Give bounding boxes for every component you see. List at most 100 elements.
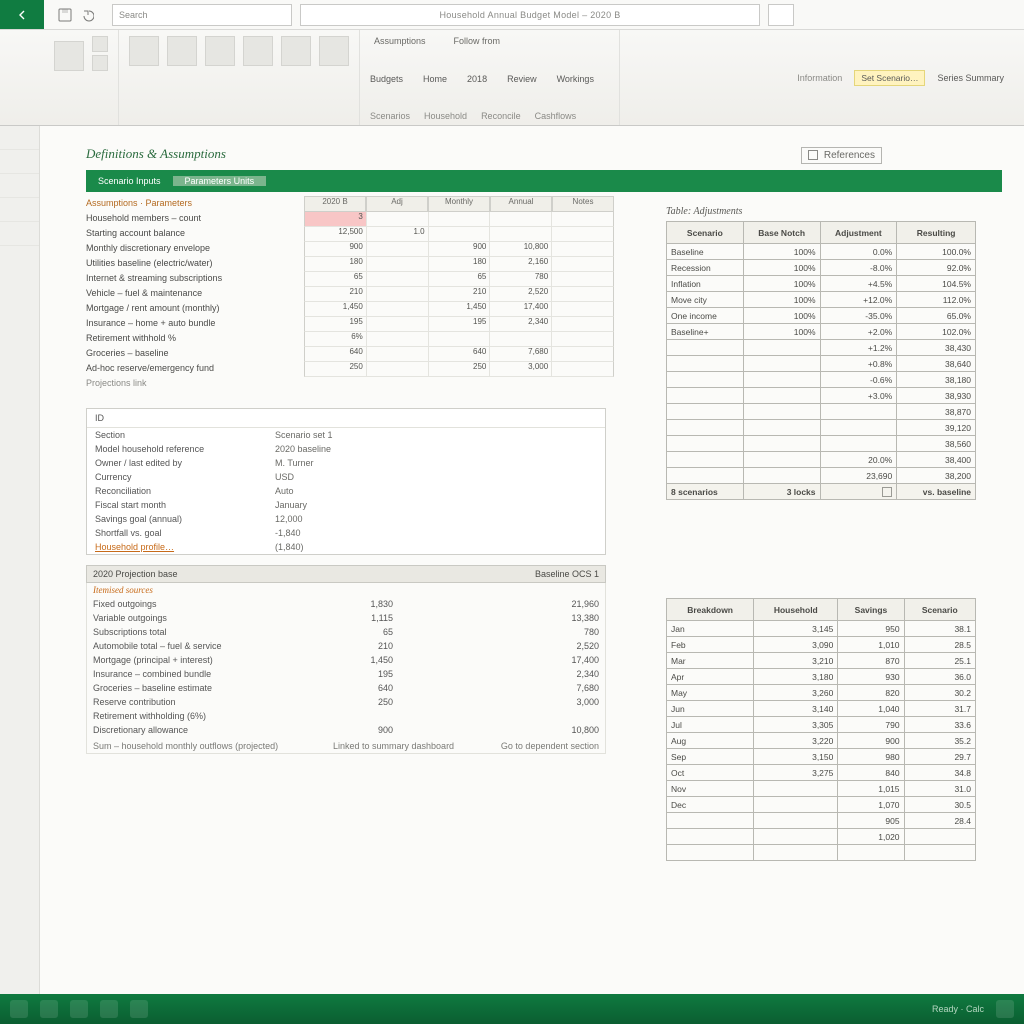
- mini-grid-row[interactable]: 2502503,000: [304, 362, 614, 377]
- table-cell[interactable]: [667, 468, 744, 484]
- table-cell[interactable]: [667, 388, 744, 404]
- mini-grid-cell[interactable]: 195: [304, 317, 366, 332]
- tray-icon[interactable]: [996, 1000, 1014, 1018]
- table-cell[interactable]: 38,180: [897, 372, 976, 388]
- table-cell[interactable]: 38,200: [897, 468, 976, 484]
- table-cell[interactable]: 1,020: [838, 829, 904, 845]
- mini-grid-cell[interactable]: [428, 227, 490, 242]
- table-cell[interactable]: 1,010: [838, 637, 904, 653]
- table-cell[interactable]: 102.0%: [897, 324, 976, 340]
- number-format-button[interactable]: [205, 36, 235, 66]
- table-cell[interactable]: [743, 436, 820, 452]
- mini-grid-cell[interactable]: [551, 227, 614, 242]
- table-cell[interactable]: 3,180: [754, 669, 838, 685]
- mini-grid-cell[interactable]: [428, 332, 490, 347]
- table-cell[interactable]: 20.0%: [820, 452, 897, 468]
- table-cell[interactable]: 3,305: [754, 717, 838, 733]
- table-cell[interactable]: 3,260: [754, 685, 838, 701]
- table-cell[interactable]: 870: [838, 653, 904, 669]
- copy-button[interactable]: [92, 55, 108, 71]
- table-cell[interactable]: [667, 845, 754, 861]
- table-cell[interactable]: 100%: [743, 260, 820, 276]
- table-cell[interactable]: 980: [838, 749, 904, 765]
- table-cell[interactable]: [754, 829, 838, 845]
- table-cell[interactable]: 790: [838, 717, 904, 733]
- table-cell[interactable]: 34.8: [904, 765, 975, 781]
- table-cell[interactable]: [904, 829, 975, 845]
- green-tab[interactable]: Scenario Inputs: [86, 176, 173, 186]
- table-cell[interactable]: 3,150: [754, 749, 838, 765]
- mini-grid-cell[interactable]: 210: [428, 287, 490, 302]
- table-row[interactable]: 1,020: [667, 829, 976, 845]
- ribbon-tab[interactable]: Review: [507, 74, 537, 84]
- table-row[interactable]: Inflation100%+4.5%104.5%: [667, 276, 976, 292]
- table-cell[interactable]: [743, 420, 820, 436]
- table-row[interactable]: Jul3,30579033.6: [667, 717, 976, 733]
- file-tab-button[interactable]: [0, 0, 44, 29]
- mini-grid-row[interactable]: 1951952,340: [304, 317, 614, 332]
- table-row[interactable]: 23,69038,200: [667, 468, 976, 484]
- mini-grid-cell[interactable]: [551, 302, 614, 317]
- mini-grid-cell[interactable]: 2,160: [489, 257, 551, 272]
- taskbar-app-icon[interactable]: [100, 1000, 118, 1018]
- table-cell[interactable]: 31.7: [904, 701, 975, 717]
- table-cell[interactable]: 3,090: [754, 637, 838, 653]
- search-box[interactable]: Search: [112, 4, 292, 26]
- table-cell[interactable]: 39,120: [897, 420, 976, 436]
- table-cell[interactable]: 100%: [743, 276, 820, 292]
- table-cell[interactable]: Feb: [667, 637, 754, 653]
- table-cell[interactable]: Jun: [667, 701, 754, 717]
- table-cell[interactable]: 30.2: [904, 685, 975, 701]
- table-cell[interactable]: 100%: [743, 244, 820, 260]
- table-cell[interactable]: 25.1: [904, 653, 975, 669]
- table-cell[interactable]: +1.2%: [820, 340, 897, 356]
- mini-grid-cell[interactable]: [551, 347, 614, 362]
- table-cell[interactable]: 930: [838, 669, 904, 685]
- mini-grid-cell[interactable]: 2,520: [489, 287, 551, 302]
- table-row[interactable]: 39,120: [667, 420, 976, 436]
- ribbon-subtab[interactable]: Reconcile: [481, 111, 521, 121]
- table-cell[interactable]: 36.0: [904, 669, 975, 685]
- mini-grid-cell[interactable]: [366, 257, 428, 272]
- table-cell[interactable]: [820, 436, 897, 452]
- mini-grid-row[interactable]: 3: [304, 212, 614, 227]
- table-cell[interactable]: 31.0: [904, 781, 975, 797]
- table-cell[interactable]: -8.0%: [820, 260, 897, 276]
- table-cell[interactable]: +4.5%: [820, 276, 897, 292]
- table-cell[interactable]: Nov: [667, 781, 754, 797]
- table-cell[interactable]: 38,640: [897, 356, 976, 372]
- table-cell[interactable]: 820: [838, 685, 904, 701]
- table-cell[interactable]: [820, 420, 897, 436]
- table-cell[interactable]: 100%: [743, 324, 820, 340]
- wrap-button[interactable]: [281, 36, 311, 66]
- mini-grid-cell[interactable]: [551, 257, 614, 272]
- ribbon-tab[interactable]: Budgets: [370, 74, 403, 84]
- mini-grid-cell[interactable]: [366, 272, 428, 287]
- table-cell[interactable]: 100%: [743, 308, 820, 324]
- table-cell[interactable]: 38,560: [897, 436, 976, 452]
- mini-grid-cell[interactable]: 180: [304, 257, 366, 272]
- mini-grid-cell[interactable]: [551, 362, 614, 377]
- table-cell[interactable]: 112.0%: [897, 292, 976, 308]
- table-cell[interactable]: [667, 436, 744, 452]
- table-row[interactable]: Recession100%-8.0%92.0%: [667, 260, 976, 276]
- table-row[interactable]: Sep3,15098029.7: [667, 749, 976, 765]
- mini-grid-cell[interactable]: [489, 212, 551, 227]
- table-cell[interactable]: [838, 845, 904, 861]
- projection-foot-right[interactable]: Go to dependent section: [501, 741, 599, 751]
- table-cell[interactable]: [667, 372, 744, 388]
- mini-grid-cell[interactable]: 12,500: [304, 227, 366, 242]
- table-cell[interactable]: Aug: [667, 733, 754, 749]
- table-row[interactable]: -0.6%38,180: [667, 372, 976, 388]
- mini-grid-cell[interactable]: 180: [428, 257, 490, 272]
- table-cell[interactable]: 29.7: [904, 749, 975, 765]
- table-cell[interactable]: [754, 813, 838, 829]
- table-row[interactable]: Nov1,01531.0: [667, 781, 976, 797]
- table-cell[interactable]: One income: [667, 308, 744, 324]
- table-cell[interactable]: 23,690: [820, 468, 897, 484]
- table-cell[interactable]: 1,040: [838, 701, 904, 717]
- table-cell[interactable]: [667, 404, 744, 420]
- table-cell[interactable]: 3,220: [754, 733, 838, 749]
- table-cell[interactable]: Oct: [667, 765, 754, 781]
- table-cell[interactable]: +0.8%: [820, 356, 897, 372]
